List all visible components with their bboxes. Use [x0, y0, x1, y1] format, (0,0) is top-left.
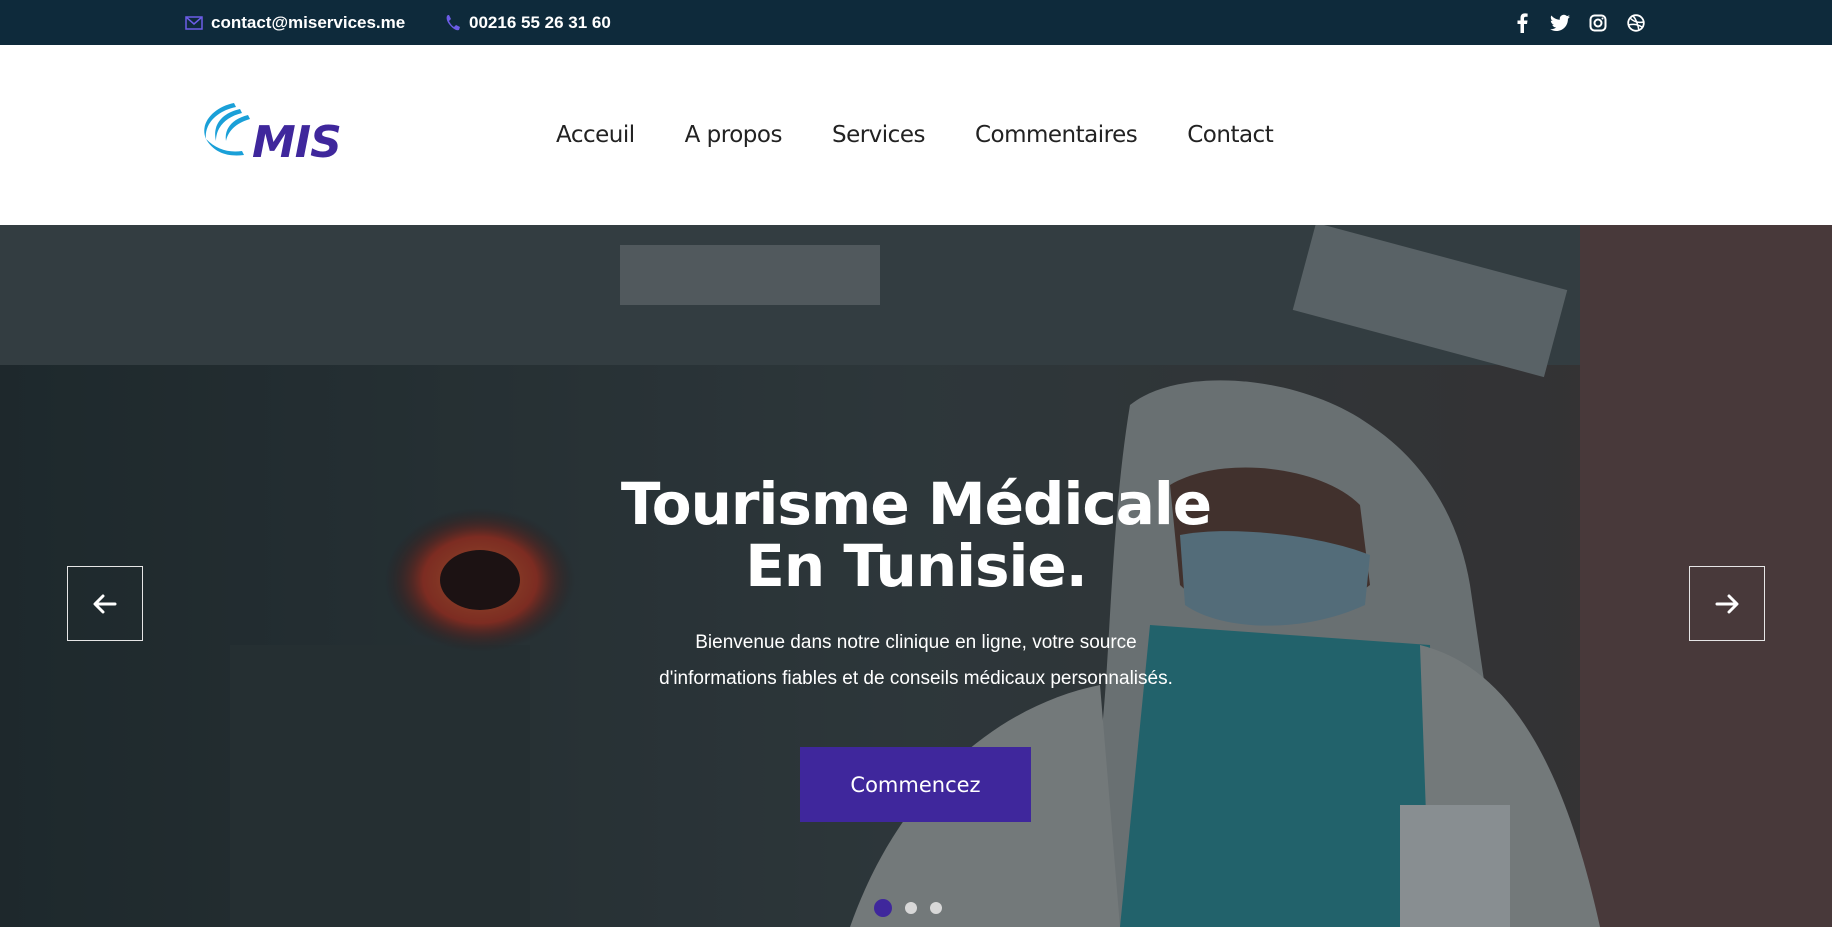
envelope-icon: [185, 15, 203, 30]
nav-services[interactable]: Services: [832, 122, 926, 148]
facebook-icon[interactable]: [1512, 12, 1532, 33]
twitter-icon[interactable]: [1550, 13, 1570, 33]
mis-logo[interactable]: MIS: [194, 95, 344, 170]
arrow-right-icon: [1715, 594, 1739, 613]
instagram-icon[interactable]: [1588, 13, 1608, 33]
hero-caption: Tourisme Médicale En Tunisie. Bienvenue …: [0, 225, 1832, 927]
arrow-left-icon: [93, 594, 117, 613]
carousel-dot-2[interactable]: [905, 902, 917, 914]
site-header: MIS Acceuil A propos Services Commentair…: [0, 45, 1832, 225]
hero-title-line2: En Tunisie.: [745, 532, 1088, 600]
email-text[interactable]: contact@miservices.me: [211, 13, 405, 33]
carousel-dot-1[interactable]: [874, 899, 892, 917]
hero-subtitle-line1: Bienvenue dans notre clinique en ligne, …: [695, 632, 1137, 653]
carousel-next-button[interactable]: [1689, 566, 1765, 641]
nav-contact[interactable]: Contact: [1187, 122, 1273, 148]
phone-contact[interactable]: 00216 55 26 31 60: [445, 0, 611, 45]
hero-carousel: Tourisme Médicale En Tunisie. Bienvenue …: [0, 225, 1832, 927]
hero-title: Tourisme Médicale En Tunisie.: [0, 473, 1832, 597]
nav-accueil[interactable]: Acceuil: [556, 122, 635, 148]
carousel-dot-3[interactable]: [930, 902, 942, 914]
main-nav: Acceuil A propos Services Commentaires C…: [556, 45, 1274, 225]
email-contact[interactable]: contact@miservices.me: [185, 0, 405, 45]
hero-title-line1: Tourisme Médicale: [620, 470, 1212, 538]
carousel-indicators: [874, 899, 942, 917]
phone-icon: [445, 14, 461, 32]
social-links: [1512, 0, 1646, 45]
top-bar: contact@miservices.me 00216 55 26 31 60: [0, 0, 1832, 45]
phone-text[interactable]: 00216 55 26 31 60: [469, 13, 611, 33]
carousel-prev-button[interactable]: [67, 566, 143, 641]
dribbble-icon[interactable]: [1626, 13, 1646, 33]
nav-a-propos[interactable]: A propos: [685, 122, 783, 148]
logo-text: MIS: [252, 117, 342, 168]
nav-commentaires[interactable]: Commentaires: [975, 122, 1138, 148]
commencez-button[interactable]: Commencez: [800, 747, 1031, 822]
hero-subtitle-line2: d'informations fiables et de conseils mé…: [659, 668, 1173, 689]
hero-subtitle: Bienvenue dans notre clinique en ligne, …: [0, 625, 1832, 697]
